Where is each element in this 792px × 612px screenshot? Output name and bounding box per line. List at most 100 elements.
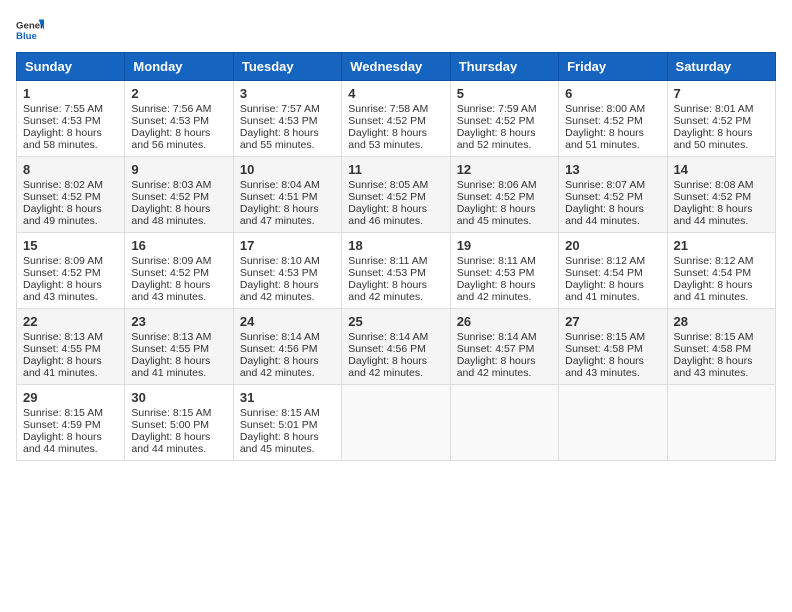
day-info-line: and 44 minutes. xyxy=(565,215,660,227)
day-info-line: Daylight: 8 hours xyxy=(240,127,335,139)
day-info-line: Sunrise: 8:00 AM xyxy=(565,103,660,115)
day-info-line: Sunset: 4:57 PM xyxy=(457,343,552,355)
day-info-line: Daylight: 8 hours xyxy=(23,279,118,291)
day-info-line: and 50 minutes. xyxy=(674,139,769,151)
day-number: 23 xyxy=(131,314,226,329)
day-number: 10 xyxy=(240,162,335,177)
day-number: 28 xyxy=(674,314,769,329)
day-info-line: Sunset: 4:52 PM xyxy=(457,115,552,127)
calendar-day-cell: 15 Sunrise: 8:09 AMSunset: 4:52 PMDayligh… xyxy=(17,233,125,309)
day-number: 14 xyxy=(674,162,769,177)
weekday-header-tuesday: Tuesday xyxy=(233,53,341,81)
day-info-line: Sunset: 4:52 PM xyxy=(348,115,443,127)
day-info-line: and 53 minutes. xyxy=(348,139,443,151)
day-number: 2 xyxy=(131,86,226,101)
calendar-day-cell: 25Sunrise: 8:14 AMSunset: 4:56 PMDayligh… xyxy=(342,309,450,385)
calendar-day-cell: 31Sunrise: 8:15 AMSunset: 5:01 PMDayligh… xyxy=(233,385,341,461)
calendar-day-cell: 20Sunrise: 8:12 AMSunset: 4:54 PMDayligh… xyxy=(559,233,667,309)
page-header: General Blue xyxy=(16,16,776,44)
day-info-line: Sunset: 4:51 PM xyxy=(240,191,335,203)
day-info-line: Daylight: 8 hours xyxy=(565,279,660,291)
day-info-line: Daylight: 8 hours xyxy=(348,127,443,139)
weekday-header-sunday: Sunday xyxy=(17,53,125,81)
calendar-day-cell: 16Sunrise: 8:09 AMSunset: 4:52 PMDayligh… xyxy=(125,233,233,309)
day-info-line: Daylight: 8 hours xyxy=(240,431,335,443)
calendar-day-cell: 19Sunrise: 8:11 AMSunset: 4:53 PMDayligh… xyxy=(450,233,558,309)
day-number: 8 xyxy=(23,162,118,177)
day-info-line: and 41 minutes. xyxy=(23,367,118,379)
logo: General Blue xyxy=(16,16,48,44)
day-info-line: Sunset: 4:53 PM xyxy=(240,267,335,279)
day-info-line: Sunrise: 8:12 AM xyxy=(674,255,769,267)
day-number: 12 xyxy=(457,162,552,177)
calendar-day-cell: 28Sunrise: 8:15 AMSunset: 4:58 PMDayligh… xyxy=(667,309,775,385)
weekday-header-friday: Friday xyxy=(559,53,667,81)
day-info-line: Sunset: 4:53 PM xyxy=(240,115,335,127)
calendar-day-cell: 26Sunrise: 8:14 AMSunset: 4:57 PMDayligh… xyxy=(450,309,558,385)
day-info-line: Sunrise: 8:03 AM xyxy=(131,179,226,191)
day-info-line: and 42 minutes. xyxy=(457,367,552,379)
day-number: 7 xyxy=(674,86,769,101)
day-info-line: Daylight: 8 hours xyxy=(240,279,335,291)
day-info-line: Sunset: 4:56 PM xyxy=(240,343,335,355)
day-info-line: Daylight: 8 hours xyxy=(23,127,118,139)
day-info-line: Daylight: 8 hours xyxy=(131,127,226,139)
day-info-line: Sunset: 4:53 PM xyxy=(131,115,226,127)
day-info-line: Daylight: 8 hours xyxy=(674,203,769,215)
day-number: 30 xyxy=(131,390,226,405)
day-info-line: Sunset: 4:52 PM xyxy=(23,267,118,279)
calendar-day-cell: 6Sunrise: 8:00 AMSunset: 4:52 PMDaylight… xyxy=(559,81,667,157)
day-info-line: Daylight: 8 hours xyxy=(23,355,118,367)
day-info-line: Daylight: 8 hours xyxy=(23,203,118,215)
day-info-line: Sunrise: 8:15 AM xyxy=(240,407,335,419)
day-info-line: Sunrise: 8:13 AM xyxy=(131,331,226,343)
weekday-header-thursday: Thursday xyxy=(450,53,558,81)
day-info-line: Daylight: 8 hours xyxy=(674,127,769,139)
day-info-line: Sunset: 4:59 PM xyxy=(23,419,118,431)
day-info-line: Sunset: 4:52 PM xyxy=(348,191,443,203)
day-info-line: Sunset: 5:00 PM xyxy=(131,419,226,431)
day-info-line: Sunset: 4:52 PM xyxy=(565,191,660,203)
day-info-line: Sunset: 4:54 PM xyxy=(674,267,769,279)
calendar-week-row: 22Sunrise: 8:13 AMSunset: 4:55 PMDayligh… xyxy=(17,309,776,385)
day-info-line: and 41 minutes. xyxy=(565,291,660,303)
day-info-line: Sunset: 4:56 PM xyxy=(348,343,443,355)
calendar-day-cell: 21Sunrise: 8:12 AMSunset: 4:54 PMDayligh… xyxy=(667,233,775,309)
day-info-line: Sunrise: 8:14 AM xyxy=(348,331,443,343)
calendar-day-cell: 8Sunrise: 8:02 AMSunset: 4:52 PMDaylight… xyxy=(17,157,125,233)
weekday-header-wednesday: Wednesday xyxy=(342,53,450,81)
day-info-line: Sunrise: 8:11 AM xyxy=(348,255,443,267)
day-info-line: Sunrise: 8:05 AM xyxy=(348,179,443,191)
calendar-day-cell: 27Sunrise: 8:15 AMSunset: 4:58 PMDayligh… xyxy=(559,309,667,385)
calendar-week-row: 1Sunrise: 7:55 AMSunset: 4:53 PMDaylight… xyxy=(17,81,776,157)
day-info-line: and 42 minutes. xyxy=(457,291,552,303)
day-number: 27 xyxy=(565,314,660,329)
day-number: 24 xyxy=(240,314,335,329)
day-info-line: Sunrise: 8:13 AM xyxy=(23,331,118,343)
day-info-line: Sunrise: 8:12 AM xyxy=(565,255,660,267)
day-number: 1 xyxy=(23,86,118,101)
day-info-line: Sunset: 4:52 PM xyxy=(23,191,118,203)
day-info-line: Sunrise: 8:09 AM xyxy=(23,255,118,267)
day-number: 15 xyxy=(23,238,118,253)
calendar-day-cell xyxy=(450,385,558,461)
day-info-line: and 55 minutes. xyxy=(240,139,335,151)
day-info-line: and 48 minutes. xyxy=(131,215,226,227)
day-info-line: and 42 minutes. xyxy=(348,291,443,303)
day-number: 31 xyxy=(240,390,335,405)
day-info-line: and 44 minutes. xyxy=(674,215,769,227)
day-info-line: and 41 minutes. xyxy=(131,367,226,379)
day-info-line: Sunset: 4:52 PM xyxy=(674,115,769,127)
day-number: 26 xyxy=(457,314,552,329)
day-info-line: Sunrise: 8:01 AM xyxy=(674,103,769,115)
day-info-line: Sunrise: 7:55 AM xyxy=(23,103,118,115)
day-info-line: Sunrise: 8:15 AM xyxy=(23,407,118,419)
day-info-line: and 43 minutes. xyxy=(565,367,660,379)
day-info-line: and 51 minutes. xyxy=(565,139,660,151)
day-info-line: and 58 minutes. xyxy=(23,139,118,151)
calendar-day-cell: 22Sunrise: 8:13 AMSunset: 4:55 PMDayligh… xyxy=(17,309,125,385)
day-info-line: Daylight: 8 hours xyxy=(674,279,769,291)
day-info-line: Sunrise: 8:15 AM xyxy=(565,331,660,343)
day-info-line: Sunset: 4:52 PM xyxy=(674,191,769,203)
day-number: 29 xyxy=(23,390,118,405)
